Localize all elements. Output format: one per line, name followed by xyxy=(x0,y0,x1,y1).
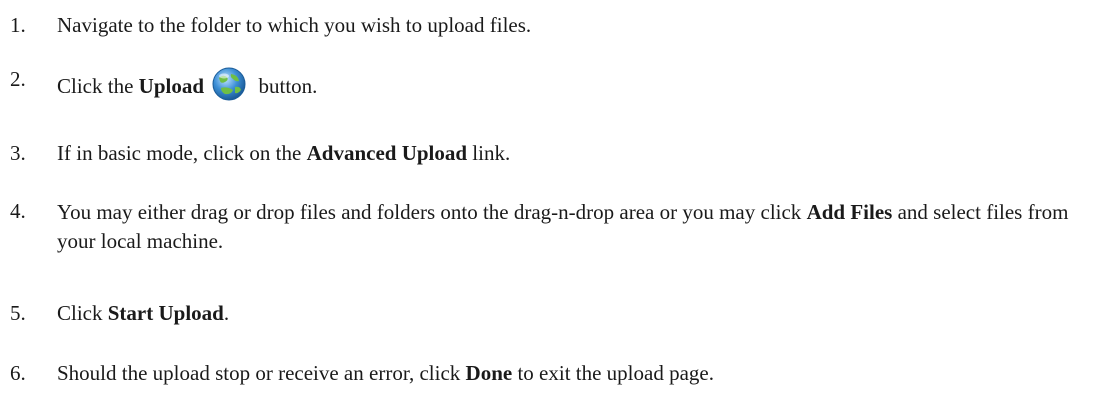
start-upload-label: Start Upload xyxy=(107,301,224,325)
step-1: 1. Navigate to the folder to which you w… xyxy=(0,12,1100,38)
step-number: 1. xyxy=(10,13,26,37)
step-text: You may either drag or drop files and fo… xyxy=(57,198,1100,256)
upload-globe-icon xyxy=(211,66,247,102)
step-2-pre: Click the xyxy=(57,74,139,98)
step-text: Click the Upload button. xyxy=(57,66,1100,102)
step-text: Navigate to the folder to which you wish… xyxy=(57,12,1100,38)
step-2-post: button. xyxy=(253,74,318,98)
step-number: 5. xyxy=(10,301,26,325)
step-2: 2. Click the Upload button. xyxy=(0,66,1100,102)
step-6-pre: Should the upload stop or receive an err… xyxy=(57,361,466,385)
step-number: 3. xyxy=(10,141,26,165)
step-6: 6. Should the upload stop or receive an … xyxy=(0,360,1100,386)
step-5: 5. Click Start Upload. xyxy=(0,300,1100,326)
done-label: Done xyxy=(465,361,513,385)
step-5-pre: Click xyxy=(57,301,108,325)
step-number: 6. xyxy=(10,361,26,385)
step-number: 4. xyxy=(10,199,26,223)
step-text: Click Start Upload. xyxy=(57,300,1100,326)
step-4: 4. You may either drag or drop files and… xyxy=(0,198,1100,256)
add-files-label: Add Files xyxy=(806,200,893,224)
step-text: Should the upload stop or receive an err… xyxy=(57,360,1100,386)
step-6-post: to exit the upload page. xyxy=(512,361,714,385)
step-3-post: link. xyxy=(467,141,511,165)
step-5-post: . xyxy=(223,301,230,325)
step-text: If in basic mode, click on the Advanced … xyxy=(57,140,1100,166)
step-3-pre: If in basic mode, click on the xyxy=(57,141,307,165)
advanced-upload-label: Advanced Upload xyxy=(306,141,468,165)
step-3: 3. If in basic mode, click on the Advanc… xyxy=(0,140,1100,166)
step-number: 2. xyxy=(10,67,26,91)
step-1-text: Navigate to the folder to which you wish… xyxy=(57,13,532,37)
upload-label: Upload xyxy=(138,74,205,98)
step-4-pre: You may either drag or drop files and fo… xyxy=(57,200,807,224)
